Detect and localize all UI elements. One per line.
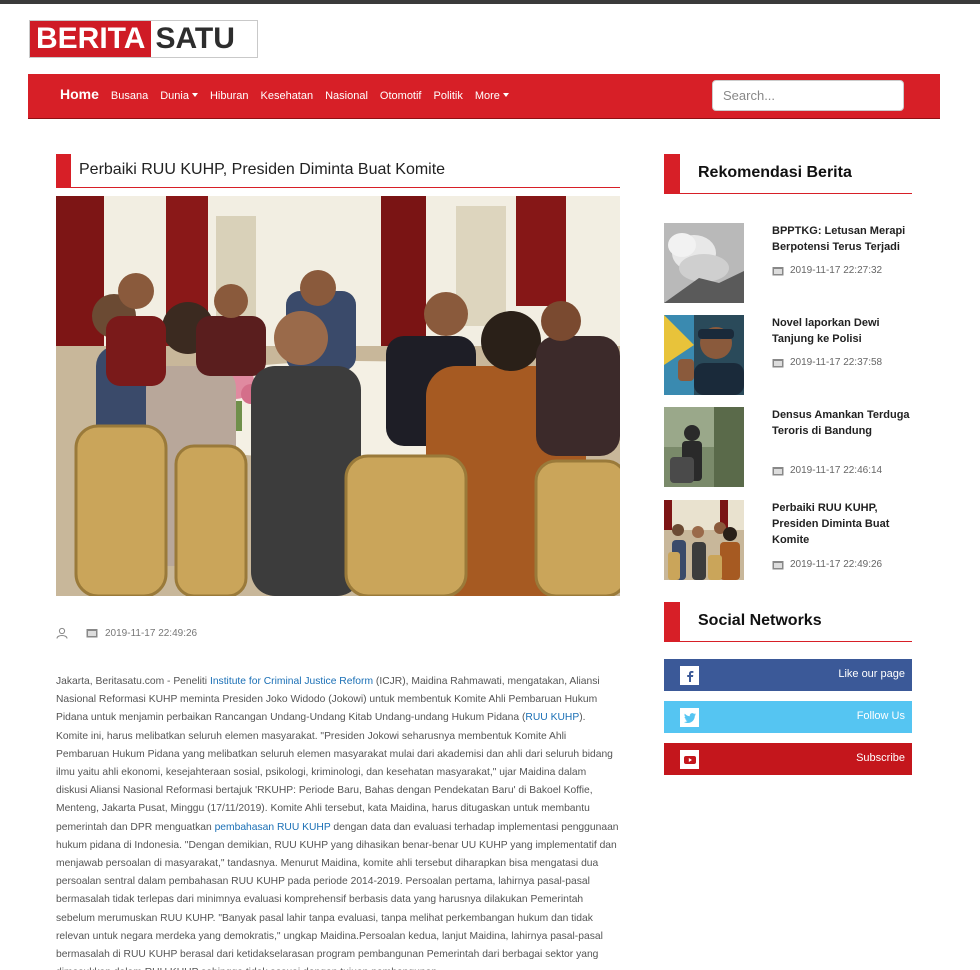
- facebook-button[interactable]: Like our page: [664, 659, 912, 691]
- rec-date: 2019-11-17 22:46:14: [772, 465, 882, 476]
- link-icjr[interactable]: Institute for Criminal Justice Reform: [210, 676, 373, 687]
- social-header: Social Networks: [664, 602, 912, 642]
- caret-down-icon: [191, 93, 198, 98]
- nav-item-otomotif[interactable]: Otomotif: [380, 90, 422, 102]
- twitter-button[interactable]: Follow Us: [664, 701, 912, 733]
- search-input[interactable]: [712, 80, 904, 111]
- nav-item-more[interactable]: More: [475, 90, 509, 102]
- site-logo[interactable]: BERITA SATU: [29, 20, 258, 58]
- link-pembahasan-ruu-kuhp[interactable]: pembahasan RUU KUHP: [215, 822, 331, 833]
- nav-item-dunia[interactable]: Dunia: [160, 90, 198, 102]
- user-icon: [56, 627, 68, 639]
- rec-date-text: 2019-11-17 22:27:32: [790, 265, 883, 276]
- article-title: Perbaiki RUU KUHP, Presiden Diminta Buat…: [79, 161, 446, 178]
- rec-title[interactable]: Perbaiki RUU KUHP, Presiden Diminta Buat…: [772, 500, 912, 548]
- nav-item-busana[interactable]: Busana: [111, 90, 148, 102]
- rec-date-text: 2019-11-17 22:46:14: [790, 465, 883, 476]
- calendar-icon: [772, 560, 784, 569]
- recommendation-title: Rekomendasi Berita: [698, 164, 852, 181]
- nav-menu: Home Busana Dunia Hiburan Kesehatan Nasi…: [60, 74, 521, 118]
- nav-item-politik[interactable]: Politik: [434, 90, 463, 102]
- article-meta: 2019-11-17 22:49:26: [56, 626, 197, 640]
- article-date: 2019-11-17 22:49:26: [105, 627, 198, 639]
- rec-thumbnail: [664, 407, 744, 487]
- nav-item-kesehatan[interactable]: Kesehatan: [261, 90, 314, 102]
- calendar-icon: [772, 358, 784, 367]
- rec-thumbnail: [664, 500, 744, 580]
- nav-item-dunia-label: Dunia: [160, 90, 189, 102]
- rec-date: 2019-11-17 22:27:32: [772, 265, 882, 276]
- rec-date: 2019-11-17 22:49:26: [772, 559, 882, 570]
- twitter-label: Follow Us: [856, 710, 905, 722]
- nav-item-more-label: More: [474, 90, 500, 102]
- logo-text-left: BERITA: [30, 21, 152, 57]
- body-text-3: ). Komite ini, harus melibatkan seluruh …: [56, 712, 613, 833]
- main-navbar: Home Busana Dunia Hiburan Kesehatan Nasi…: [28, 74, 940, 119]
- title-accent-bar: [56, 154, 71, 187]
- social-title: Social Networks: [698, 612, 822, 629]
- calendar-icon: [772, 266, 784, 275]
- article-hero-image: [56, 196, 620, 596]
- rec-item[interactable]: Densus Amankan Terduga Teroris di Bandun…: [664, 407, 912, 489]
- article-header: Perbaiki RUU KUHP, Presiden Diminta Buat…: [56, 154, 620, 188]
- recommendation-header: Rekomendasi Berita: [664, 154, 912, 194]
- nav-item-home[interactable]: Home: [60, 86, 99, 102]
- rec-title[interactable]: Novel laporkan Dewi Tanjung ke Polisi: [772, 315, 912, 347]
- caret-down-icon: [502, 93, 509, 98]
- facebook-icon: [680, 666, 699, 685]
- calendar-icon: [86, 629, 98, 638]
- youtube-icon: [680, 750, 699, 769]
- rec-date-text: 2019-11-17 22:49:26: [790, 559, 883, 570]
- body-text-1: Jakarta, Beritasatu.com - Peneliti: [56, 676, 210, 687]
- rec-item[interactable]: Novel laporkan Dewi Tanjung ke Polisi 20…: [664, 315, 912, 397]
- rec-title[interactable]: BPPTKG: Letusan Merapi Berpotensi Terus …: [772, 223, 912, 255]
- rec-date: 2019-11-17 22:37:58: [772, 357, 882, 368]
- rec-thumbnail: [664, 315, 744, 395]
- rec-title[interactable]: Densus Amankan Terduga Teroris di Bandun…: [772, 407, 912, 439]
- header-accent-bar: [664, 602, 680, 642]
- twitter-icon: [680, 708, 699, 727]
- nav-item-nasional[interactable]: Nasional: [325, 90, 368, 102]
- logo-text-right: SATU: [155, 22, 235, 55]
- body-text-4: dengan data dan evaluasi terhadap implem…: [56, 821, 619, 970]
- link-ruu-kuhp[interactable]: RUU KUHP: [525, 712, 579, 723]
- youtube-label: Subscribe: [856, 752, 905, 764]
- rec-date-text: 2019-11-17 22:37:58: [790, 357, 883, 368]
- youtube-button[interactable]: Subscribe: [664, 743, 912, 775]
- rec-item[interactable]: Perbaiki RUU KUHP, Presiden Diminta Buat…: [664, 500, 912, 582]
- meeting-photo: [56, 196, 620, 596]
- header-accent-bar: [664, 154, 680, 194]
- facebook-label: Like our page: [838, 668, 905, 680]
- top-border: [0, 0, 980, 4]
- rec-item[interactable]: BPPTKG: Letusan Merapi Berpotensi Terus …: [664, 223, 912, 305]
- calendar-icon: [772, 466, 784, 475]
- rec-thumbnail: [664, 223, 744, 303]
- nav-item-hiburan[interactable]: Hiburan: [210, 90, 249, 102]
- article-body: Jakarta, Beritasatu.com - Peneliti Insti…: [56, 673, 620, 970]
